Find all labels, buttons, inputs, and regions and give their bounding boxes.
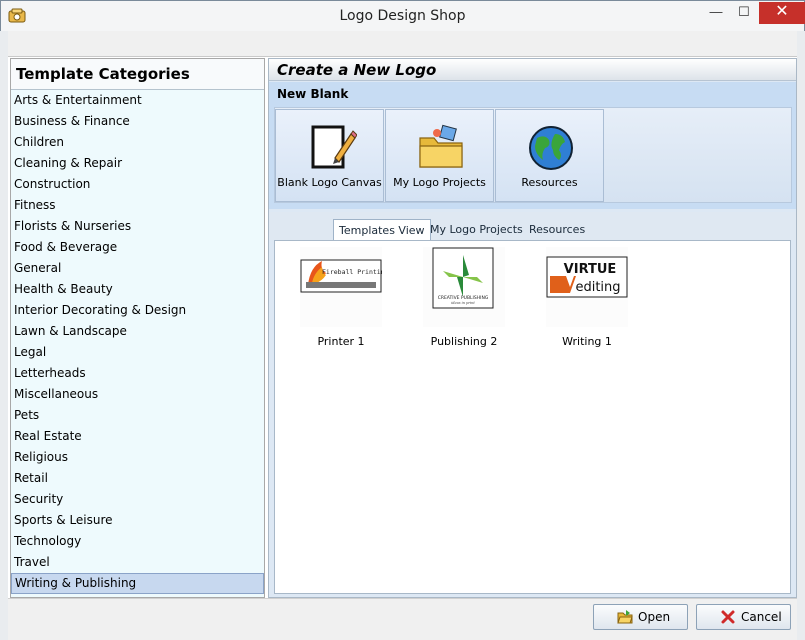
category-item[interactable]: Food & Beverage (11, 237, 264, 258)
create-logo-panel: Create a New Logo New Blank Blank Logo C… (268, 58, 797, 598)
blank-logo-canvas-tile[interactable]: Blank Logo Canvas (275, 109, 384, 202)
window-title: Logo Design Shop (339, 8, 466, 24)
tile-row: Blank Logo Canvas My Logo Projects Resou… (274, 107, 792, 203)
virtue-logo-image: VIRTUE editing (546, 256, 628, 298)
category-item[interactable]: Pets (11, 405, 264, 426)
folder-icon (419, 124, 463, 168)
category-item[interactable]: Health & Beauty (11, 279, 264, 300)
my-logo-projects-label: My Logo Projects (393, 176, 486, 189)
cancel-x-icon (721, 610, 735, 624)
category-item[interactable]: Security (11, 489, 264, 510)
printer-logo-text: Fireball Printing (322, 268, 382, 276)
tab-templates-view[interactable]: Templates View (333, 219, 431, 241)
category-item[interactable]: Sports & Leisure (11, 510, 264, 531)
new-blank-label: New Blank (277, 87, 349, 101)
template-thumbnail-publishing-2[interactable]: CREATIVE PUBLISHING ideas in print Publi… (423, 247, 505, 348)
template-label-writing-1: Writing 1 (562, 335, 612, 348)
printer-logo-image: Fireball Printing (300, 259, 389, 293)
globe-icon (529, 126, 573, 170)
minimize-button[interactable]: — (701, 2, 731, 24)
resources-label: Resources (521, 176, 578, 189)
title-bar: Logo Design Shop — ☐ ✕ (0, 0, 805, 31)
category-item[interactable]: Letterheads (11, 363, 264, 384)
category-item[interactable]: Religious (11, 447, 264, 468)
cancel-button-label: Cancel (741, 610, 782, 624)
toolbar-strip (8, 31, 797, 57)
category-item[interactable]: Construction (11, 174, 264, 195)
resources-tile[interactable]: Resources (495, 109, 604, 202)
category-item[interactable]: Florists & Nurseries (11, 216, 264, 237)
open-button[interactable]: Open (593, 604, 688, 630)
category-list: Arts & Entertainment Business & Finance Ch… (11, 90, 264, 594)
templates-view-content: Fireball Printing Printer 1 CREATIVE PUB… (274, 240, 791, 594)
tab-my-logo-projects[interactable]: My Logo Projects (425, 219, 528, 241)
category-item[interactable]: Travel (11, 552, 264, 573)
category-item[interactable]: Interior Decorating & Design (11, 300, 264, 321)
template-label-printer-1: Printer 1 (317, 335, 365, 348)
template-label-publishing-2: Publishing 2 (430, 335, 498, 348)
view-tabs: Templates View My Logo Projects Resource… (269, 212, 796, 241)
open-folder-icon (617, 610, 633, 624)
template-thumbnail-writing-1[interactable]: VIRTUE editing Writing 1 (546, 247, 628, 348)
pencil-document-icon (311, 125, 357, 169)
category-item[interactable]: Miscellaneous (11, 384, 264, 405)
template-categories-header: Template Categories (11, 59, 264, 90)
category-item[interactable]: Business & Finance (11, 111, 264, 132)
dialog-button-bar: Open Cancel (8, 598, 797, 640)
category-item[interactable]: Real Estate (11, 426, 264, 447)
category-item[interactable]: Technology (11, 531, 264, 552)
category-item[interactable]: Arts & Entertainment (11, 90, 264, 111)
category-item[interactable]: Cleaning & Repair (11, 153, 264, 174)
category-item[interactable]: Legal (11, 342, 264, 363)
new-blank-section: New Blank Blank Logo Canvas My Logo Proj… (269, 82, 796, 209)
maximize-button[interactable]: ☐ (729, 2, 759, 24)
open-button-label: Open (638, 610, 671, 624)
category-item[interactable]: Children (11, 132, 264, 153)
category-item[interactable]: Lawn & Landscape (11, 321, 264, 342)
template-thumbnail-printer-1[interactable]: Fireball Printing Printer 1 (300, 247, 389, 348)
create-logo-header: Create a New Logo (269, 59, 796, 81)
publishing-logo-image: CREATIVE PUBLISHING ideas in print (432, 247, 494, 309)
blank-logo-canvas-label: Blank Logo Canvas (277, 176, 382, 189)
category-item[interactable]: Retail (11, 468, 264, 489)
category-item[interactable]: General (11, 258, 264, 279)
my-logo-projects-tile[interactable]: My Logo Projects (385, 109, 494, 202)
category-item[interactable]: Fitness (11, 195, 264, 216)
cancel-button[interactable]: Cancel (696, 604, 791, 630)
close-button[interactable]: ✕ (759, 2, 805, 24)
virtue-logo-text-top: VIRTUE (564, 262, 617, 277)
virtue-logo-text-bottom: editing (575, 280, 620, 295)
tab-resources[interactable]: Resources (524, 219, 590, 241)
publishing-logo-subtext: ideas in print (451, 301, 475, 305)
category-item[interactable]: Writing & Publishing (11, 573, 264, 594)
template-categories-panel: Template Categories Arts & Entertainment… (10, 58, 265, 598)
